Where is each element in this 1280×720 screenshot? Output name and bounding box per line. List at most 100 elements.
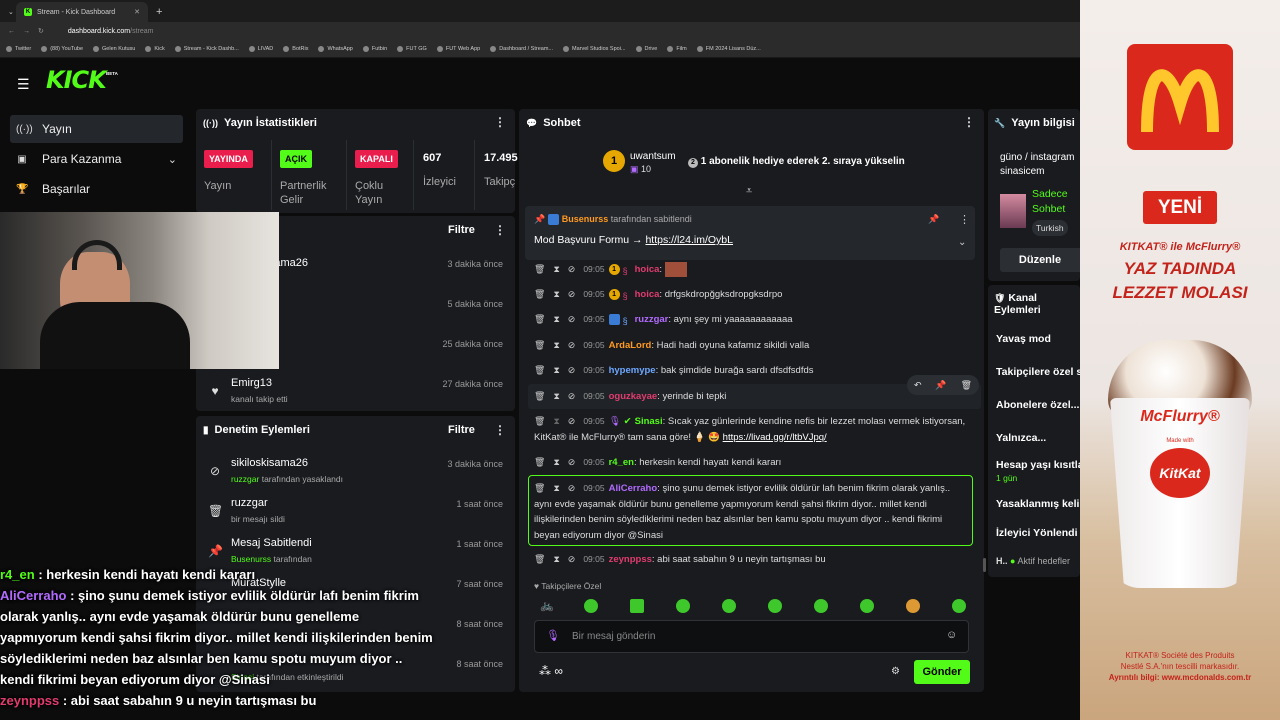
timeout-icon[interactable]: ⧗ bbox=[553, 264, 559, 274]
delete-message-icon[interactable]: 🗑 bbox=[961, 380, 972, 391]
mcdonalds-ad[interactable]: YENİ KITKAT® ile McFlurry® YAZ TADINDA L… bbox=[1080, 0, 1280, 720]
delete-icon[interactable]: 🗑 bbox=[534, 289, 545, 299]
bookmark-item[interactable]: Futbin bbox=[362, 45, 387, 52]
action-viewer-redirect[interactable]: İzleyici Yönlendi bbox=[996, 527, 1078, 539]
message-user[interactable]: ArdaLord bbox=[609, 340, 652, 351]
bookmark-item[interactable]: FUT Web App bbox=[436, 45, 480, 52]
points-display[interactable]: ⁂ ∞ bbox=[539, 664, 563, 678]
message-user[interactable]: AliCerraho bbox=[609, 483, 658, 494]
delete-icon[interactable]: 🗑 bbox=[534, 391, 545, 401]
bookmark-item[interactable]: Gelen Kutusu bbox=[93, 45, 135, 52]
emote-icon[interactable] bbox=[722, 599, 736, 613]
edit-button[interactable]: Düzenle bbox=[1000, 248, 1080, 272]
collapse-icon[interactable]: ⩡ bbox=[746, 185, 752, 198]
pinned-menu-icon[interactable]: ⋮ bbox=[959, 213, 970, 226]
ban-icon[interactable]: ⊘ bbox=[568, 365, 576, 375]
message-user[interactable]: ruzzgar bbox=[635, 314, 669, 325]
emote-icon[interactable] bbox=[952, 599, 966, 613]
unpin-icon[interactable]: 📌 bbox=[928, 214, 939, 225]
bookmark-item[interactable]: Marvel Studios Spoi... bbox=[563, 45, 626, 52]
message-user[interactable]: hoica bbox=[635, 264, 660, 275]
sidebar-item-basarilar[interactable]: 🏆 Başarılar bbox=[10, 175, 183, 203]
ban-icon[interactable]: ⊘ bbox=[568, 416, 576, 426]
send-button[interactable]: Gönder bbox=[914, 660, 970, 684]
moderation-filter-button[interactable]: Filtre bbox=[448, 424, 475, 436]
new-tab-button[interactable]: + bbox=[148, 2, 170, 22]
bookmark-item[interactable]: WhatsApp bbox=[318, 45, 353, 52]
timeout-icon[interactable]: ⧗ bbox=[553, 340, 559, 350]
stats-menu-icon[interactable]: ⋮ bbox=[494, 115, 506, 129]
bookmark-item[interactable]: Twitter bbox=[6, 45, 31, 52]
bookmark-item[interactable]: Dashboard / Stream... bbox=[490, 45, 553, 52]
bookmark-item[interactable]: FM 2024 Lisans Düz... bbox=[696, 45, 761, 52]
delete-icon[interactable]: 🗑 bbox=[534, 416, 545, 426]
ban-icon[interactable]: ⊘ bbox=[568, 457, 576, 467]
timeout-icon[interactable]: ⧗ bbox=[553, 314, 559, 324]
timeout-icon[interactable]: ⧗ bbox=[553, 365, 559, 375]
bookmark-item[interactable]: Kick bbox=[145, 45, 165, 52]
kick-logo[interactable]: KICK bbox=[46, 66, 107, 94]
bookmark-item[interactable]: Drive bbox=[635, 45, 657, 52]
action-slow-mode[interactable]: Yavaş mod bbox=[996, 333, 1051, 345]
delete-icon[interactable]: 🗑 bbox=[534, 340, 545, 350]
activity-menu-icon[interactable]: ⋮ bbox=[494, 223, 506, 237]
back-icon[interactable]: ← bbox=[8, 28, 15, 35]
bookmark-item[interactable]: FUT GG bbox=[397, 45, 427, 52]
delete-icon[interactable]: 🗑 bbox=[534, 554, 545, 564]
ban-icon[interactable]: ⊘ bbox=[568, 289, 576, 299]
delete-icon[interactable]: 🗑 bbox=[534, 483, 545, 493]
delete-icon[interactable]: 🗑 bbox=[534, 457, 545, 467]
bookmark-item[interactable]: LIVAD bbox=[248, 45, 273, 52]
ban-icon[interactable]: ⊘ bbox=[568, 314, 576, 324]
ban-icon[interactable]: ⊘ bbox=[568, 264, 576, 274]
emote-icon[interactable] bbox=[768, 599, 782, 613]
ban-icon[interactable]: ⊘ bbox=[568, 340, 576, 350]
mic-icon[interactable]: 🎙 bbox=[546, 629, 560, 642]
emote-recent-icon[interactable]: 🚲 bbox=[540, 599, 554, 612]
action-followers-only[interactable]: Takipçilere özel s bbox=[996, 366, 1082, 378]
bookmark-item[interactable]: BotRix bbox=[283, 45, 308, 52]
emote-icon[interactable] bbox=[630, 599, 644, 613]
action-account-age[interactable]: Hesap yaşı kısıtla bbox=[996, 459, 1084, 471]
scrollbar[interactable] bbox=[983, 558, 986, 572]
action-emotes-only[interactable]: Yalnızca... bbox=[996, 432, 1046, 444]
browser-tab[interactable]: K Stream - Kick Dashboard ✕ bbox=[16, 2, 148, 22]
settings-icon[interactable]: ⚙ bbox=[891, 666, 900, 677]
emote-icon[interactable] bbox=[584, 599, 598, 613]
action-subscribers-only[interactable]: Abonelere özel... bbox=[996, 399, 1079, 411]
activity-filter-button[interactable]: Filtre bbox=[448, 224, 475, 236]
emote-icon[interactable] bbox=[906, 599, 920, 613]
sidebar-item-yayin[interactable]: ((·)) Yayın bbox=[10, 115, 183, 143]
message-user[interactable]: oguzkayae bbox=[609, 391, 658, 402]
message-link[interactable]: https://livad.gg/r/ltbVJpq/ bbox=[723, 432, 827, 443]
reload-icon[interactable]: ↻ bbox=[38, 27, 44, 35]
sidebar-item-para-kazanma[interactable]: ▣ Para Kazanma ⌄ bbox=[10, 145, 183, 173]
pinned-link[interactable]: https://l24.im/OybL bbox=[645, 234, 733, 246]
message-user[interactable]: hypemype bbox=[609, 365, 656, 376]
moderation-menu-icon[interactable]: ⋮ bbox=[494, 423, 506, 437]
bookmark-item[interactable]: (88) YouTube bbox=[41, 45, 83, 52]
message-user[interactable]: hoica bbox=[635, 289, 660, 300]
delete-icon[interactable]: 🗑 bbox=[534, 264, 545, 274]
pinned-by-user[interactable]: Busenurss bbox=[562, 214, 609, 224]
message-user[interactable]: r4_en bbox=[609, 457, 634, 468]
ban-icon[interactable]: ⊘ bbox=[568, 483, 576, 493]
url-field[interactable]: dashboard.kick.com/stream bbox=[68, 28, 154, 35]
timeout-icon[interactable]: ⧗ bbox=[553, 416, 559, 426]
chat-menu-icon[interactable]: ⋮ bbox=[963, 115, 975, 129]
emote-icon[interactable] bbox=[860, 599, 874, 613]
ban-icon[interactable]: ⊘ bbox=[568, 554, 576, 564]
tab-search-icon[interactable]: ⌄ bbox=[0, 2, 16, 22]
forward-icon[interactable]: → bbox=[23, 28, 30, 35]
pin-message-icon[interactable]: 📌 bbox=[935, 380, 946, 391]
emoji-icon[interactable]: ☺ bbox=[946, 629, 957, 641]
delete-icon[interactable]: 🗑 bbox=[534, 314, 545, 324]
gift-user[interactable]: uwantsum bbox=[630, 151, 676, 162]
timeout-icon[interactable]: ⧗ bbox=[553, 554, 559, 564]
timeout-icon[interactable]: ⧗ bbox=[553, 391, 559, 401]
reply-icon[interactable]: ↶ bbox=[914, 380, 922, 391]
message-user[interactable]: Sinasi bbox=[635, 416, 663, 427]
close-tab-icon[interactable]: ✕ bbox=[134, 8, 140, 16]
bookmark-item[interactable]: Stream - Kick Dashb... bbox=[174, 45, 239, 52]
emote-icon[interactable] bbox=[814, 599, 828, 613]
